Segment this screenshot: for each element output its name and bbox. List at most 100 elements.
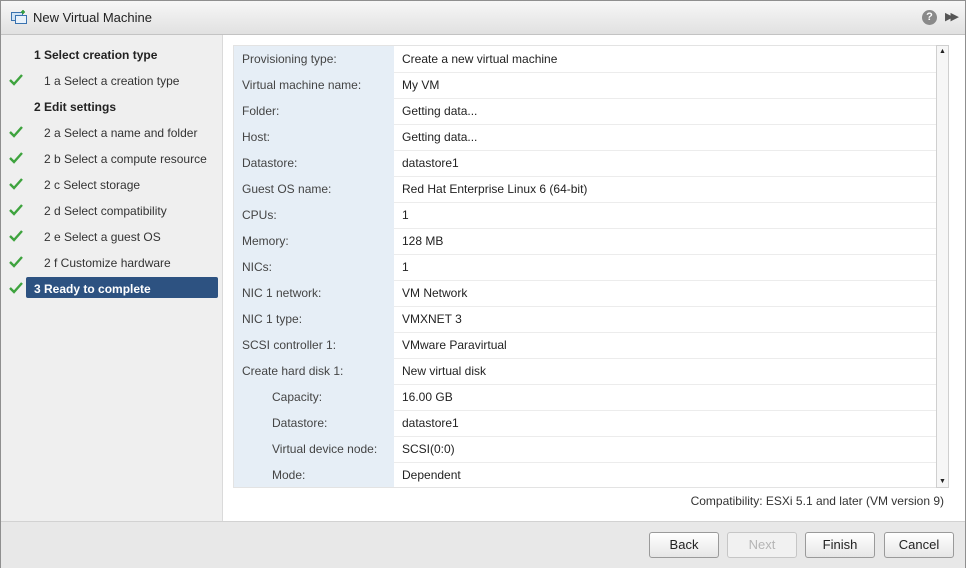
summary-value: VMware Paravirtual — [402, 338, 507, 352]
summary-row: Virtual machine name: My VM — [234, 72, 937, 99]
summary-value: 1 — [402, 208, 409, 222]
summary-key: Folder: — [242, 104, 280, 118]
summary-value: 1 — [402, 260, 409, 274]
checkmark-icon — [9, 126, 23, 138]
summary-row: Virtual device node: SCSI(0:0) — [234, 436, 937, 463]
summary-value: 16.00 GB — [402, 390, 453, 404]
summary-key-cell: Provisioning type: — [234, 46, 394, 72]
scroll-down-arrow-icon[interactable]: ▼ — [937, 476, 948, 487]
checkmark-icon — [9, 204, 23, 216]
new-vm-dialog: New Virtual Machine ? ▶▶ 1 Select creati… — [0, 0, 966, 568]
checkmark-icon — [9, 256, 23, 268]
summary-value: VMXNET 3 — [402, 312, 462, 326]
summary-key: Create hard disk 1: — [242, 364, 344, 378]
wizard-step[interactable]: 3 Ready to complete — [1, 277, 222, 300]
cancel-button[interactable]: Cancel — [884, 532, 954, 558]
summary-value: Red Hat Enterprise Linux 6 (64-bit) — [402, 182, 588, 196]
help-icon[interactable]: ? — [922, 10, 937, 25]
summary-key-cell: Virtual device node: — [234, 436, 394, 462]
wizard-step[interactable]: 2 c Select storage — [1, 174, 222, 196]
summary-row: Folder: Getting data... — [234, 98, 937, 125]
summary-key-cell: Virtual machine name: — [234, 72, 394, 98]
wizard-step[interactable]: 2 b Select a compute resource — [1, 148, 222, 170]
summary-key-cell: SCSI controller 1: — [234, 332, 394, 358]
summary-row: Capacity: 16.00 GB — [234, 384, 937, 411]
back-button[interactable]: Back — [649, 532, 719, 558]
wizard-step[interactable]: 2 d Select compatibility — [1, 200, 222, 222]
wizard-step-label: 2 e Select a guest OS — [44, 230, 161, 244]
wizard-step[interactable]: 1 a Select a creation type — [1, 70, 222, 92]
summary-key-cell: NICs: — [234, 254, 394, 280]
summary-row: Host: Getting data... — [234, 124, 937, 151]
dialog-footer: Back Next Finish Cancel — [1, 521, 965, 568]
dialog-title: New Virtual Machine — [33, 10, 152, 25]
summary-grid: Provisioning type: Create a new virtual m… — [233, 45, 938, 488]
summary-key-cell: Create hard disk 1: — [234, 358, 394, 384]
summary-row: NIC 1 network: VM Network — [234, 280, 937, 307]
summary-key-cell: NIC 1 network: — [234, 280, 394, 306]
summary-value: Getting data... — [402, 130, 478, 144]
wizard-step-label: 2 Edit settings — [34, 100, 117, 114]
summary-value: 128 MB — [402, 234, 444, 248]
summary-row: Provisioning type: Create a new virtual m… — [234, 46, 937, 73]
summary-key-cell: Capacity: — [234, 384, 394, 410]
title-bar: New Virtual Machine ? ▶▶ — [1, 1, 965, 35]
summary-key-cell: Host: — [234, 124, 394, 150]
scroll-up-arrow-icon[interactable]: ▲ — [937, 46, 948, 57]
wizard-steps-sidebar: 1 Select creation type 1 a Select a creat… — [1, 35, 223, 521]
wizard-step-label: 1 Select creation type — [34, 48, 158, 62]
wizard-step-label: 2 d Select compatibility — [44, 204, 167, 218]
wizard-step-label: 2 a Select a name and folder — [44, 126, 198, 140]
next-button: Next — [727, 532, 797, 558]
summary-key: NIC 1 type: — [242, 312, 303, 326]
summary-row: Datastore: datastore1 — [234, 150, 937, 177]
summary-row: NICs: 1 — [234, 254, 937, 281]
summary-key: Datastore: — [242, 156, 298, 170]
summary-row: Guest OS name: Red Hat Enterprise Linux 6… — [234, 176, 937, 203]
wizard-step-label: 3 Ready to complete — [34, 282, 151, 296]
wizard-step[interactable]: 1 Select creation type — [1, 44, 222, 66]
summary-key-cell: Folder: — [234, 98, 394, 124]
summary-value: My VM — [402, 78, 440, 92]
summary-key: CPUs: — [242, 208, 277, 222]
summary-scrollbar[interactable]: ▲ ▼ — [936, 45, 949, 488]
ready-to-complete-panel: Provisioning type: Create a new virtual m… — [223, 35, 965, 521]
summary-key: Memory: — [242, 234, 289, 248]
summary-row: Mode: Dependent — [234, 462, 937, 487]
summary-value: datastore1 — [402, 416, 459, 430]
wizard-step-label: 2 f Customize hardware — [44, 256, 171, 270]
summary-key-cell: Guest OS name: — [234, 176, 394, 202]
wizard-step[interactable]: 2 f Customize hardware — [1, 252, 222, 274]
finish-button[interactable]: Finish — [805, 532, 875, 558]
summary-row: Datastore: datastore1 — [234, 410, 937, 437]
summary-key: NICs: — [242, 260, 272, 274]
wizard-step[interactable]: 2 Edit settings — [1, 96, 222, 118]
summary-key: Virtual machine name: — [242, 78, 362, 92]
summary-value: datastore1 — [402, 156, 459, 170]
summary-key: Host: — [242, 130, 271, 144]
summary-key: Datastore: — [272, 416, 328, 430]
wizard-step[interactable]: 2 a Select a name and folder — [1, 122, 222, 144]
summary-key-cell: CPUs: — [234, 202, 394, 228]
summary-value: SCSI(0:0) — [402, 442, 455, 456]
wizard-step[interactable]: 2 e Select a guest OS — [1, 226, 222, 248]
compatibility-text: Compatibility: ESXi 5.1 and later (VM ve… — [690, 494, 944, 508]
summary-row: Create hard disk 1: New virtual disk — [234, 358, 937, 385]
summary-key: Provisioning type: — [242, 52, 337, 66]
checkmark-icon — [9, 282, 23, 294]
summary-key: Capacity: — [272, 390, 323, 404]
summary-value: Create a new virtual machine — [402, 52, 558, 66]
summary-row: NIC 1 type: VMXNET 3 — [234, 306, 937, 333]
wizard-step-label: 2 c Select storage — [44, 178, 141, 192]
summary-value: VM Network — [402, 286, 468, 300]
summary-key-cell: Mode: — [234, 462, 394, 487]
summary-row: CPUs: 1 — [234, 202, 937, 229]
summary-key: Guest OS name: — [242, 182, 332, 196]
expand-icon[interactable]: ▶▶ — [945, 10, 960, 25]
wizard-step-label: 2 b Select a compute resource — [44, 152, 207, 166]
summary-value: Getting data... — [402, 104, 478, 118]
summary-row: SCSI controller 1: VMware Paravirtual — [234, 332, 937, 359]
checkmark-icon — [9, 74, 23, 86]
summary-row: Memory: 128 MB — [234, 228, 937, 255]
checkmark-icon — [9, 152, 23, 164]
